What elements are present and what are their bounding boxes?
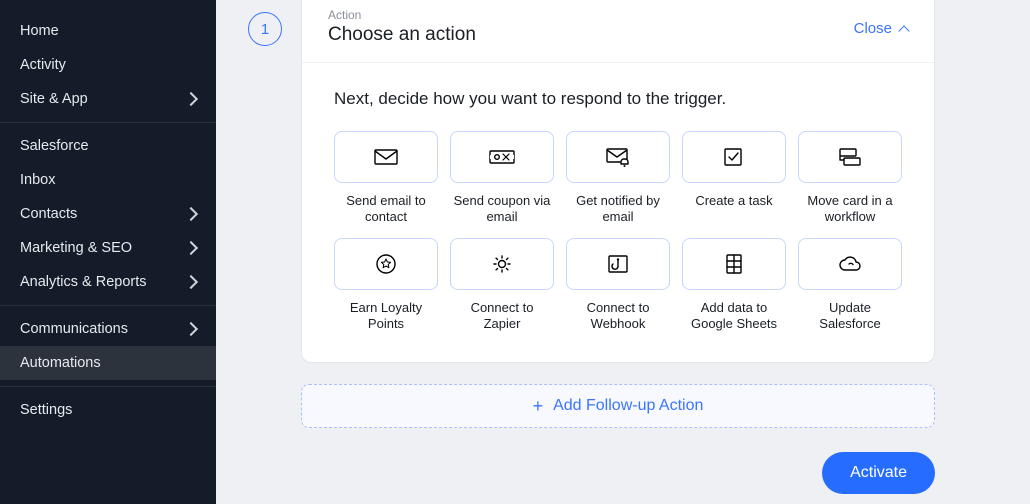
sidebar-item-automations[interactable]: Automations <box>0 346 216 380</box>
cloud-icon <box>798 238 902 290</box>
action-move-card[interactable]: Move card in a workflow <box>798 131 902 226</box>
action-earn-points[interactable]: Earn Loyalty Points <box>334 238 438 333</box>
action-webhook[interactable]: Connect to Webhook <box>566 238 670 333</box>
sidebar-item-label: Salesforce <box>20 138 89 154</box>
action-sheets[interactable]: Add data to Google Sheets <box>682 238 786 333</box>
stack-icon <box>798 131 902 183</box>
chevron-up-icon <box>898 25 909 36</box>
sidebar-item-settings[interactable]: Settings <box>0 393 216 427</box>
sidebar-item-label: Inbox <box>20 172 55 188</box>
hook-icon <box>566 238 670 290</box>
action-create-task[interactable]: Create a task <box>682 131 786 226</box>
sidebar-item-label: Contacts <box>20 206 77 222</box>
mail-bell-icon <box>566 131 670 183</box>
sidebar-item-home[interactable]: Home <box>0 14 216 48</box>
nav-divider <box>0 386 216 387</box>
action-panel: 1 Action Choose an action Close Next, de… <box>301 0 935 363</box>
sidebar-item-label: Analytics & Reports <box>20 274 147 290</box>
add-followup-button[interactable]: + Add Follow-up Action <box>301 384 935 428</box>
star-circle-icon <box>334 238 438 290</box>
sidebar-item-label: Automations <box>20 355 101 371</box>
sidebar-item-label: Home <box>20 23 59 39</box>
panel-header: Action Choose an action Close <box>302 0 934 63</box>
action-zapier[interactable]: Connect to Zapier <box>450 238 554 333</box>
sidebar-item-label: Communications <box>20 321 128 337</box>
close-label: Close <box>854 20 892 37</box>
sidebar-item-label: Settings <box>20 402 72 418</box>
action-label: Connect to Webhook <box>568 300 668 333</box>
sidebar-item-label: Site & App <box>20 91 88 107</box>
chevron-right-icon <box>184 241 198 255</box>
chevron-right-icon <box>184 207 198 221</box>
sidebar: Home Activity Site & App Salesforce Inbox Co… <box>0 0 216 504</box>
sidebar-item-communications[interactable]: Communications <box>0 312 216 346</box>
action-label: Move card in a workflow <box>800 193 900 226</box>
check-box-icon <box>682 131 786 183</box>
action-label: Send email to contact <box>336 193 436 226</box>
sidebar-item-site-app[interactable]: Site & App <box>0 82 216 116</box>
actions-grid: Send email to contact Send coupon via ema… <box>334 131 902 332</box>
prompt-text: Next, decide how you want to respond to … <box>334 89 902 109</box>
action-label: Get notified by email <box>568 193 668 226</box>
action-send-coupon[interactable]: Send coupon via email <box>450 131 554 226</box>
sidebar-item-inbox[interactable]: Inbox <box>0 163 216 197</box>
step-badge: 1 <box>248 12 282 46</box>
action-label: Update Salesforce <box>800 300 900 333</box>
sidebar-item-activity[interactable]: Activity <box>0 48 216 82</box>
action-send-email[interactable]: Send email to contact <box>334 131 438 226</box>
sidebar-item-salesforce[interactable]: Salesforce <box>0 129 216 163</box>
nav-divider <box>0 305 216 306</box>
action-label: Earn Loyalty Points <box>336 300 436 333</box>
coupon-icon <box>450 131 554 183</box>
action-label: Add data to Google Sheets <box>684 300 784 333</box>
close-panel-button[interactable]: Close <box>854 20 908 37</box>
sidebar-item-contacts[interactable]: Contacts <box>0 197 216 231</box>
sidebar-item-analytics-reports[interactable]: Analytics & Reports <box>0 265 216 299</box>
main-area: 1 Action Choose an action Close Next, de… <box>216 0 1030 504</box>
sidebar-item-marketing-seo[interactable]: Marketing & SEO <box>0 231 216 265</box>
action-get-notified[interactable]: Get notified by email <box>566 131 670 226</box>
sidebar-item-label: Marketing & SEO <box>20 240 132 256</box>
chevron-right-icon <box>184 322 198 336</box>
action-label: Send coupon via email <box>452 193 552 226</box>
step-title: Choose an action <box>328 24 476 46</box>
followup-label: Add Follow-up Action <box>553 397 703 415</box>
sheet-icon <box>682 238 786 290</box>
chevron-right-icon <box>184 275 198 289</box>
mail-icon <box>334 131 438 183</box>
step-label: Action <box>328 8 476 22</box>
sidebar-item-label: Activity <box>20 57 66 73</box>
activate-button[interactable]: Activate <box>822 452 935 494</box>
action-salesforce[interactable]: Update Salesforce <box>798 238 902 333</box>
gear-icon <box>450 238 554 290</box>
action-label: Connect to Zapier <box>452 300 552 333</box>
chevron-right-icon <box>184 92 198 106</box>
action-label: Create a task <box>695 193 772 209</box>
nav-divider <box>0 122 216 123</box>
